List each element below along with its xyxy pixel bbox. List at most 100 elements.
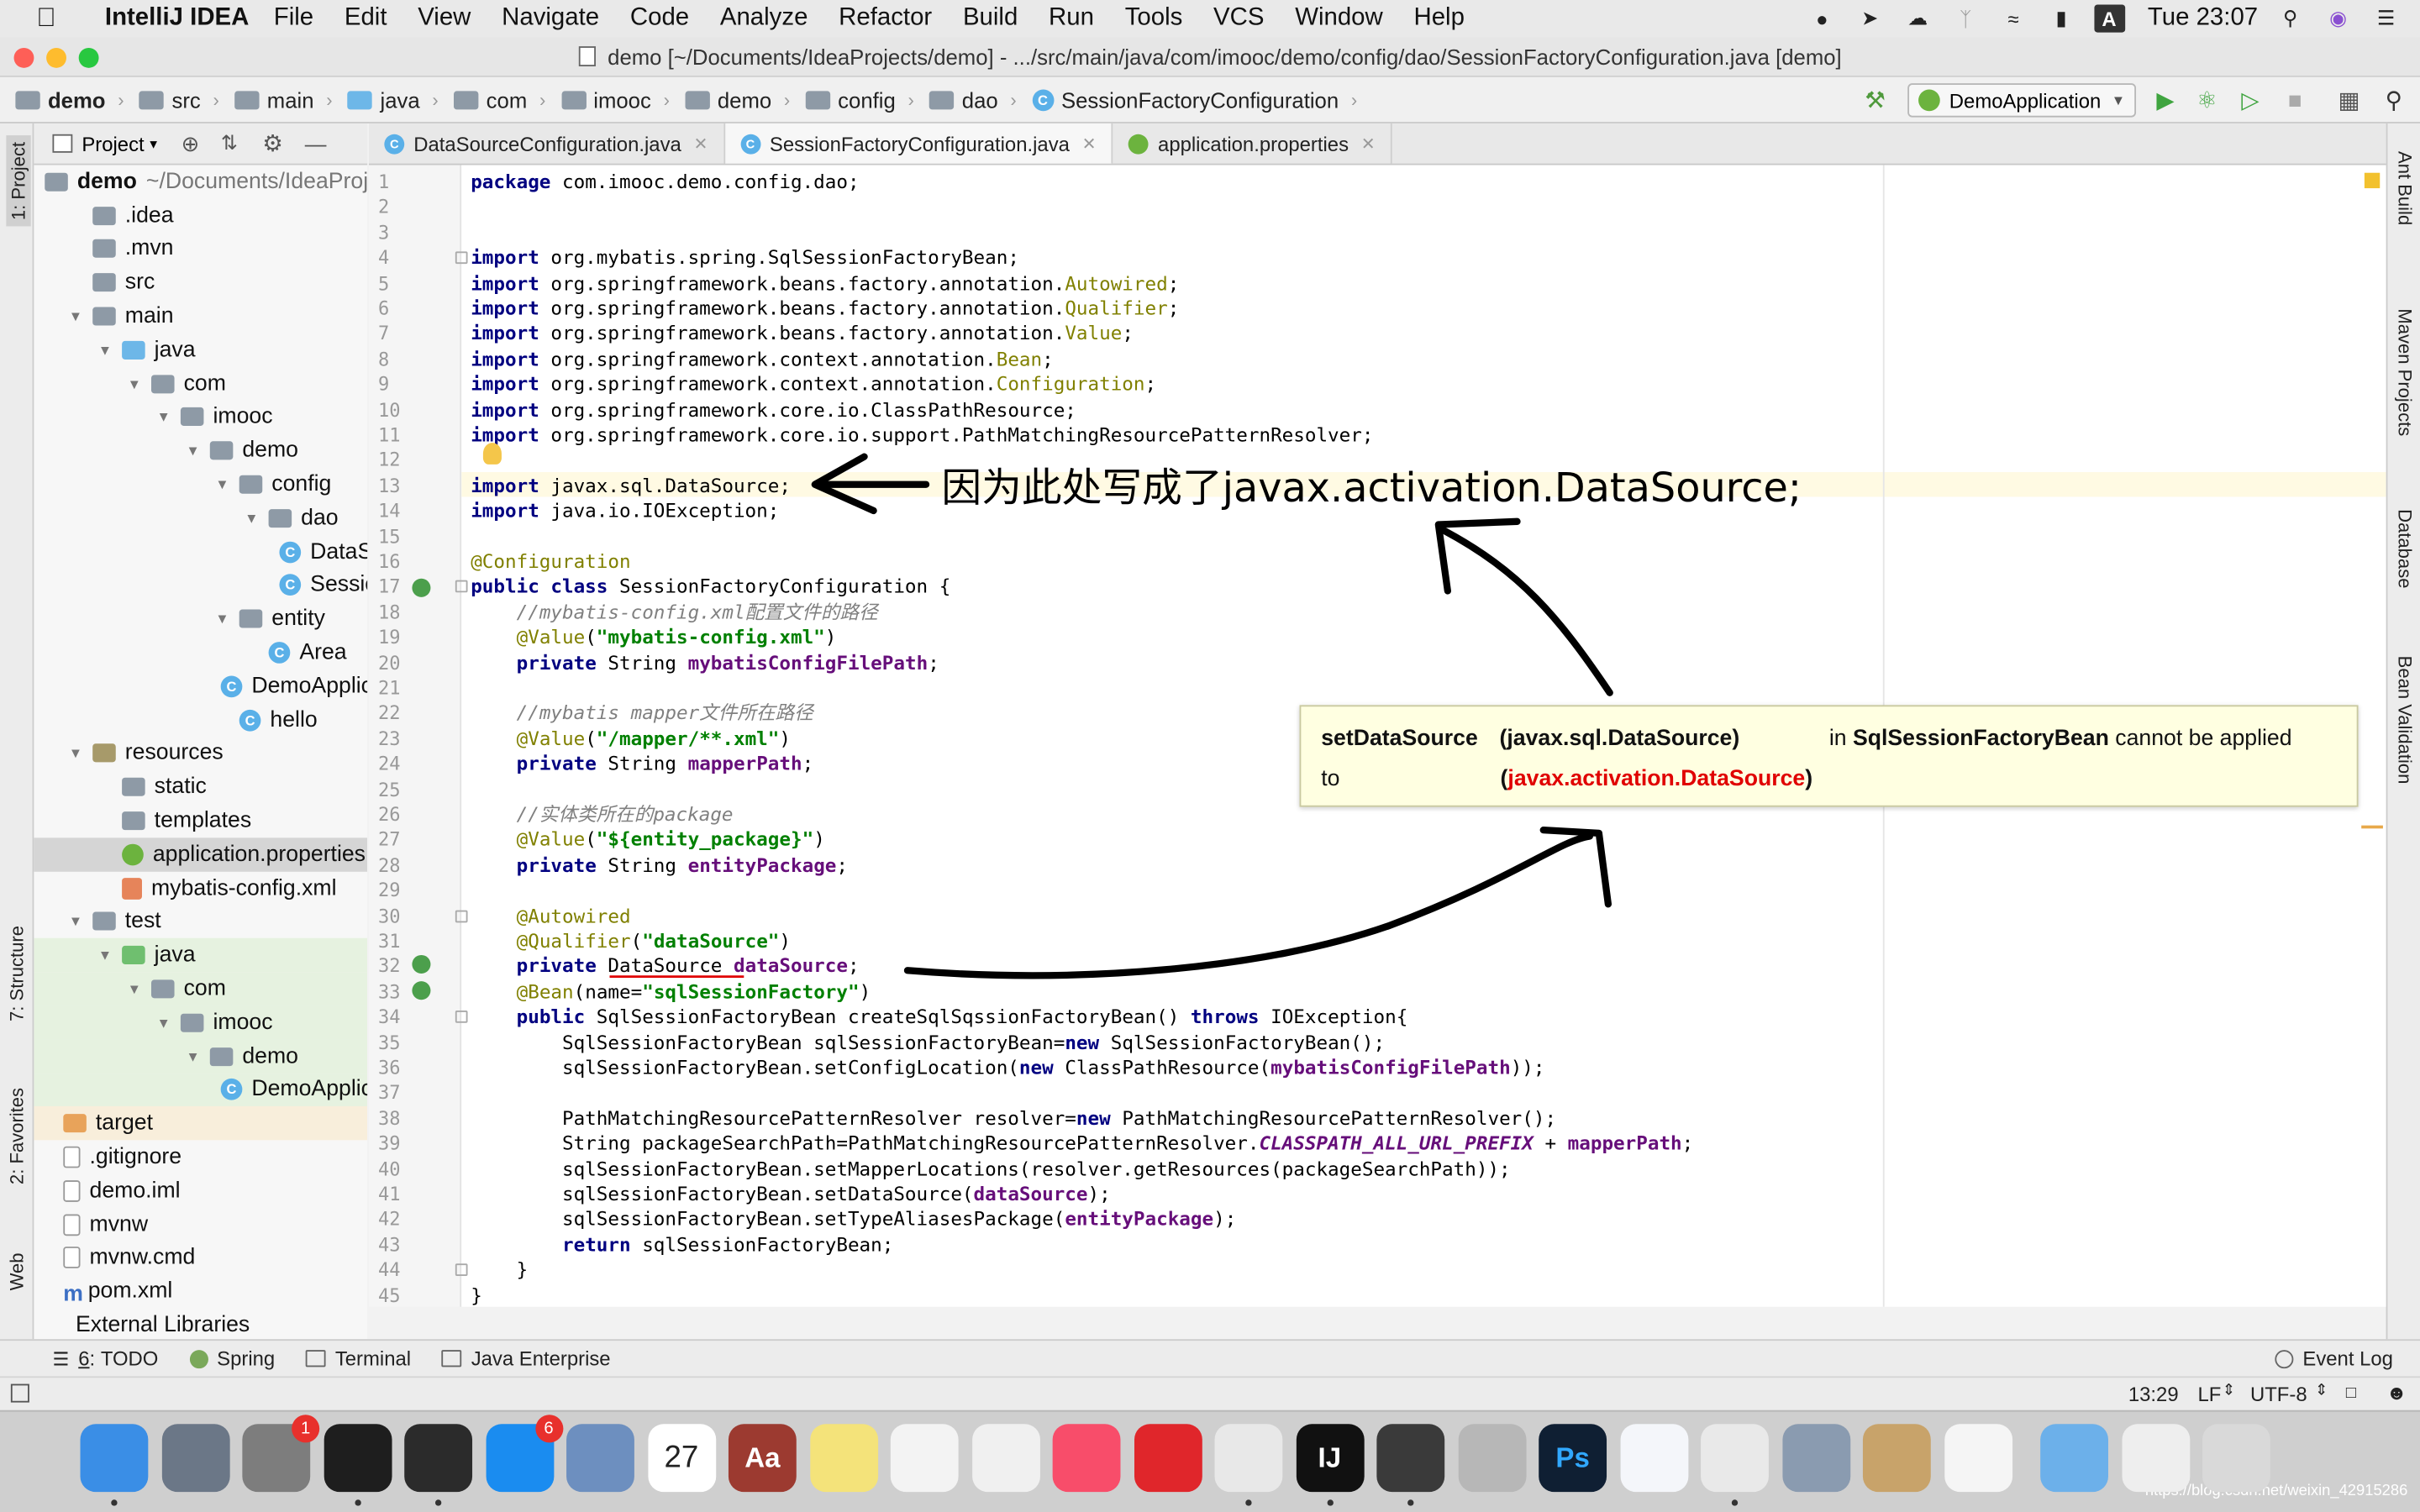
code-line[interactable]: @Autowired — [471, 904, 631, 929]
fold-marker-icon[interactable] — [455, 1011, 468, 1024]
code-line[interactable]: @Value("mybatis-config.xml") — [471, 625, 837, 650]
code-line[interactable]: sqlSessionFactoryBean.setDataSource(data… — [471, 1182, 1111, 1207]
tree-item[interactable]: C DemoApplica — [34, 669, 367, 703]
tree-item[interactable]: ▼ config — [34, 468, 367, 501]
dock-item-calendar[interactable]: 27 — [647, 1424, 716, 1493]
dock-item-intellij-idea[interactable]: IJ — [1295, 1424, 1364, 1493]
tree-item[interactable]: .idea — [34, 199, 367, 233]
expand-arrow-icon[interactable]: ▼ — [213, 612, 231, 627]
battery-icon[interactable]: ▮ — [2046, 5, 2077, 33]
run-icon[interactable]: ▶ — [2150, 85, 2181, 116]
tree-item[interactable]: demo ~/Documents/IdeaProjects — [34, 165, 367, 199]
stop-icon[interactable]: ■ — [2280, 85, 2311, 116]
fold-marker-icon[interactable] — [455, 1263, 468, 1277]
code-line[interactable]: import org.springframework.core.io.suppo… — [471, 423, 1373, 448]
event-log-button[interactable]: Event Log — [2275, 1347, 2393, 1370]
siri-icon[interactable]: ◉ — [2323, 5, 2354, 33]
code-line[interactable]: import org.springframework.beans.factory… — [471, 271, 1179, 297]
breadcrumb-demo[interactable]: demo › — [15, 87, 124, 112]
code-line[interactable]: sqlSessionFactoryBean.setConfigLocation(… — [471, 1055, 1545, 1080]
debug-icon[interactable]: ⚛ — [2191, 85, 2223, 116]
input-source-icon[interactable]: A — [2093, 4, 2125, 33]
tree-item[interactable]: ▼ main — [34, 300, 367, 333]
collapse-all-icon[interactable]: ⇅ — [221, 131, 238, 155]
tree-item[interactable]: ▼ java — [34, 333, 367, 367]
code-line[interactable]: package com.imooc.demo.config.dao; — [471, 170, 859, 195]
editor-gutter[interactable]: 1 2 3 4 5 6 7 8 9 10 11 12 13 14 15 16 17 18 19 20 21 22 23 24 2… — [368, 165, 462, 1307]
dock-item-sublime-text[interactable] — [1376, 1424, 1445, 1493]
dock-item-system-preferences[interactable]: 1 — [242, 1415, 320, 1493]
menu-edit[interactable]: Edit — [345, 5, 387, 33]
notification-center-icon[interactable]: ☰ — [2370, 5, 2402, 33]
coverage-icon[interactable]: ▷ — [2235, 85, 2266, 116]
code-line[interactable]: import java.io.IOException; — [471, 499, 779, 524]
project-structure-icon[interactable]: ▦ — [2333, 85, 2365, 116]
spring-tool-button[interactable]: Spring — [189, 1347, 275, 1370]
tree-item[interactable]: src — [34, 266, 367, 300]
menu-build[interactable]: Build — [963, 5, 1018, 33]
tree-item[interactable]: C DataSc — [34, 535, 367, 569]
tree-item[interactable]: application.properties — [34, 837, 368, 872]
bean-method-gutter-icon[interactable] — [412, 981, 431, 1000]
locate-icon[interactable]: ⊕ — [182, 130, 200, 156]
close-tab-icon[interactable]: ✕ — [693, 134, 708, 154]
close-tab-icon[interactable]: ✕ — [1082, 134, 1097, 154]
tree-item[interactable]: .gitignore — [34, 1141, 367, 1174]
tree-item[interactable]: ▼ dao — [34, 501, 367, 535]
zoom-window-button[interactable] — [78, 47, 99, 68]
apple-icon[interactable]:  — [31, 3, 62, 34]
database-tool-button[interactable]: Database — [2394, 509, 2416, 588]
search-everywhere-icon[interactable]: ⚲ — [2378, 85, 2409, 116]
close-window-button[interactable] — [13, 47, 34, 68]
tree-item[interactable]: ▼ java — [34, 938, 368, 973]
code-line[interactable]: @Bean(name="sqlSessionFactory") — [471, 979, 871, 1005]
code-line[interactable]: sqlSessionFactoryBean.setTypeAliasesPack… — [471, 1207, 1236, 1232]
terminal-tool-button[interactable]: Terminal — [305, 1347, 411, 1370]
code-line[interactable]: private String mapperPath; — [471, 752, 814, 777]
dock-item-trash[interactable] — [2202, 1424, 2270, 1493]
code-line[interactable]: @Value("/mapper/**.xml") — [471, 727, 791, 752]
tree-item[interactable]: C DemoApplica — [34, 1073, 368, 1107]
tree-item[interactable]: templates — [34, 804, 367, 837]
tree-item[interactable]: External Libraries — [34, 1309, 367, 1339]
minimize-window-button[interactable] — [46, 47, 66, 68]
tree-item[interactable]: C Area — [34, 636, 367, 669]
tree-item[interactable]: mvnw — [34, 1208, 367, 1242]
line-separator[interactable]: LF — [2198, 1383, 2222, 1406]
send-icon[interactable]: ➤ — [1854, 5, 1886, 33]
expand-arrow-icon[interactable]: ▼ — [96, 948, 114, 963]
tree-item[interactable]: .mvn — [34, 233, 367, 266]
tree-item[interactable]: mvnw.cmd — [34, 1242, 367, 1275]
favorites-tool-button[interactable]: 2: Favorites — [6, 1088, 28, 1184]
dock-item-photoshop[interactable]: Ps — [1539, 1424, 1607, 1493]
close-tab-icon[interactable]: ✕ — [1361, 134, 1376, 154]
tree-item[interactable]: static — [34, 770, 367, 804]
maven-projects-tool-button[interactable]: Maven Projects — [2394, 308, 2416, 436]
java-enterprise-tool-button[interactable]: Java Enterprise — [441, 1347, 611, 1370]
code-line[interactable]: import org.springframework.context.annot… — [471, 347, 1054, 372]
breadcrumb-demo-pkg[interactable]: demo › — [685, 87, 790, 112]
expand-arrow-icon[interactable]: ▼ — [125, 981, 144, 996]
tree-item[interactable]: C Sessio — [34, 569, 367, 602]
expand-arrow-icon[interactable]: ▼ — [184, 1048, 203, 1063]
dock-item-wechat[interactable] — [1701, 1424, 1769, 1493]
dock-item-photo-viewer[interactable] — [1781, 1424, 1850, 1493]
menu-tools[interactable]: Tools — [1125, 5, 1183, 33]
project-view-select[interactable]: Project ▼ — [52, 132, 160, 155]
fold-marker-icon[interactable] — [455, 251, 468, 265]
tree-item[interactable]: ▼ resources — [34, 737, 367, 770]
hide-panel-icon[interactable]: — — [305, 131, 327, 155]
tree-item[interactable]: ▼ demo — [34, 434, 367, 468]
gear-icon[interactable]: ⚙ — [262, 129, 283, 157]
code-line[interactable]: private String entityPackage; — [471, 853, 848, 878]
code-line[interactable]: public class SessionFactoryConfiguration… — [471, 575, 950, 600]
code-line[interactable]: //mybatis mapper文件所在路径 — [471, 701, 813, 727]
tree-item[interactable]: ▼ imooc — [34, 1005, 368, 1040]
expand-arrow-icon[interactable]: ▼ — [125, 376, 144, 391]
menu-run[interactable]: Run — [1049, 5, 1094, 33]
code-line[interactable]: import org.springframework.context.annot… — [471, 372, 1156, 397]
bean-validation-tool-button[interactable]: Bean Validation — [2394, 656, 2416, 785]
code-line[interactable]: import org.springframework.core.io.Class… — [471, 397, 1076, 423]
toggle-tool-windows-icon[interactable] — [10, 1383, 29, 1403]
tree-item[interactable]: demo.iml — [34, 1174, 367, 1208]
